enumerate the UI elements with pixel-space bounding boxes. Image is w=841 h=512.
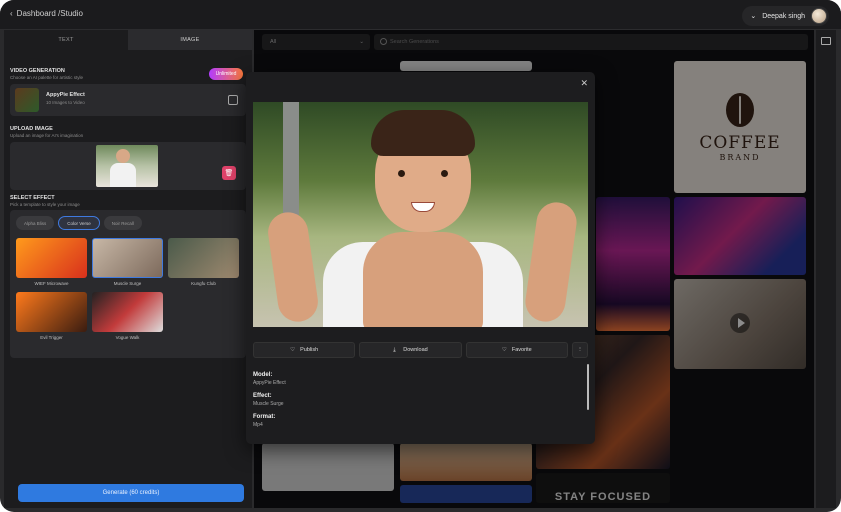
generated-media-preview xyxy=(253,102,588,327)
back-link[interactable]: ‹ Dashboard /Studio xyxy=(10,9,83,18)
download-label: Download xyxy=(403,347,428,353)
upload-dropzone[interactable] xyxy=(10,142,246,190)
more-icon: ⋮ xyxy=(577,347,583,353)
modal-actions: ♡ Publish ⤓ Download ♡ Favorite ⋮ xyxy=(253,342,588,358)
effect-item-wief-microwave[interactable]: WIEF Microwave xyxy=(16,238,87,286)
format-key: Format: xyxy=(253,414,276,420)
effect-item-evil-trigger[interactable]: Evil Trigger xyxy=(16,292,87,340)
tab-image[interactable]: IMAGE xyxy=(128,30,252,50)
select-effect-subtitle: Pick a template to style your image xyxy=(10,202,80,207)
user-name: Deepak singh xyxy=(762,12,805,20)
heart-icon: ♡ xyxy=(290,347,296,353)
effect-preview xyxy=(16,238,87,278)
chip-color-verse[interactable]: Color Verse xyxy=(58,216,100,230)
panel-icon[interactable] xyxy=(821,37,831,45)
upload-image-subtitle: Upload an image for AI's imagination xyxy=(10,133,84,138)
chevron-down-icon: ⌄ xyxy=(750,13,757,20)
effect-label: Evil Trigger xyxy=(40,335,63,340)
unlimited-badge: Unlimited xyxy=(209,68,243,80)
effect-gallery: Alpha Bliss Color Verse Noir Recall WIEF… xyxy=(10,210,246,358)
effect-name: AppyPie Effect xyxy=(46,92,85,98)
chevron-left-icon: ‹ xyxy=(10,9,13,18)
effect-value: Muscle Surge xyxy=(253,401,284,407)
effect-preview xyxy=(92,238,163,278)
effect-category-chips: Alpha Bliss Color Verse Noir Recall xyxy=(16,216,142,230)
effect-label: Vogue Walk xyxy=(115,335,140,340)
chip-alpha-bliss[interactable]: Alpha Bliss xyxy=(16,216,55,230)
effect-grid: WIEF Microwave Muscle Surge Kungfu Club … xyxy=(16,238,239,340)
right-rail xyxy=(816,30,836,508)
user-menu[interactable]: ⌄ Deepak singh xyxy=(742,6,829,26)
tab-text[interactable]: TEXT xyxy=(4,30,128,50)
metadata-scrollbar[interactable] xyxy=(587,364,589,410)
download-button[interactable]: ⤓ Download xyxy=(359,342,462,358)
effect-item-muscle-surge[interactable]: Muscle Surge xyxy=(92,238,163,286)
format-value: Mp4 xyxy=(253,422,263,428)
effect-label: WIEF Microwave xyxy=(34,281,69,286)
effect-item-kungfu-club[interactable]: Kungfu Club xyxy=(168,238,239,286)
effect-key: Effect: xyxy=(253,393,272,399)
favorite-button[interactable]: ♡ Favorite xyxy=(465,342,568,358)
app-window: ‹ Dashboard /Studio ⌄ Deepak singh TEXT … xyxy=(0,0,841,512)
effect-selector[interactable]: AppyPie Effect 10 Images to Video xyxy=(10,84,246,116)
generation-detail-modal: ✕ ♡ Publish ⤓ Download ♡ Favorite ⋮ Mode… xyxy=(246,72,595,444)
model-key: Model: xyxy=(253,372,273,378)
effect-preview xyxy=(168,238,239,278)
trash-icon[interactable]: 🗑 xyxy=(222,166,236,180)
video-generation-title: VIDEO GENERATION xyxy=(10,68,65,74)
avatar xyxy=(811,8,827,24)
effect-preview xyxy=(92,292,163,332)
more-button[interactable]: ⋮ xyxy=(571,342,588,358)
download-icon: ⤓ xyxy=(393,347,396,353)
effect-meta: 10 Images to Video xyxy=(46,100,85,105)
effect-label: Muscle Surge xyxy=(113,281,142,286)
upload-image-title: UPLOAD IMAGE xyxy=(10,126,53,132)
effect-thumbnail xyxy=(15,88,39,112)
swap-icon[interactable] xyxy=(228,95,238,105)
heart-icon: ♡ xyxy=(501,347,507,353)
video-generation-subtitle: Choose an AI palette for artistic style xyxy=(10,75,84,80)
uploaded-image xyxy=(96,145,158,187)
model-value: AppyPie Effect xyxy=(253,380,286,386)
chip-noir-recall[interactable]: Noir Recall xyxy=(103,216,142,230)
breadcrumb: Dashboard /Studio xyxy=(16,9,83,18)
generate-button[interactable]: Generate (60 credits) xyxy=(18,484,244,502)
left-panel: TEXT IMAGE VIDEO GENERATION Choose an AI… xyxy=(4,30,252,508)
generation-metadata: Model: AppyPie Effect Effect: Muscle Sur… xyxy=(253,367,286,428)
effect-preview xyxy=(16,292,87,332)
select-effect-title: SELECT EFFECT xyxy=(10,195,55,201)
effect-label: Kungfu Club xyxy=(191,281,216,286)
favorite-label: Favorite xyxy=(511,347,532,353)
effect-item-vogue-walk[interactable]: Vogue Walk xyxy=(92,292,163,340)
close-icon[interactable]: ✕ xyxy=(580,78,588,89)
publish-label: Publish xyxy=(300,347,319,353)
publish-button[interactable]: ♡ Publish xyxy=(253,342,356,358)
mode-tabs: TEXT IMAGE xyxy=(4,30,252,50)
top-bar: ‹ Dashboard /Studio ⌄ Deepak singh xyxy=(0,0,841,30)
